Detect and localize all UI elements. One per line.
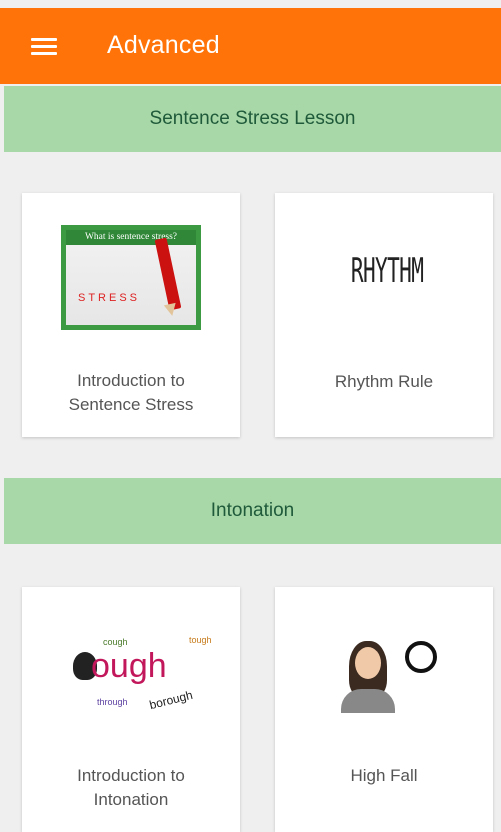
card-label: Rhythm Rule	[334, 372, 434, 391]
card-introduction-to-sentence-stress[interactable]: What is sentence stress? STRESS Introduc…	[22, 193, 240, 437]
card-introduction-to-intonation[interactable]: ough cough tough through borough Introdu…	[22, 587, 240, 832]
section-title: Sentence Stress Lesson	[149, 108, 356, 129]
card-label-line1: Introduction to	[77, 371, 185, 390]
card-label-line2: Intonation	[93, 790, 169, 809]
body-shape	[341, 689, 395, 713]
top-app-bar: Advanced	[0, 8, 501, 84]
card-label-line1: Introduction to	[77, 766, 185, 785]
page-title: Advanced	[107, 31, 220, 59]
ough-thumbnail: ough cough tough through borough	[47, 619, 217, 714]
face-icon	[355, 647, 381, 679]
high-fall-thumbnail	[333, 627, 443, 722]
circle-icon	[405, 641, 437, 673]
section-header-intonation: Intonation	[4, 478, 501, 544]
rhythm-thumbnail: RHYTHM	[350, 251, 424, 291]
pencil-icon	[154, 237, 182, 311]
thumbnail-small-word: borough	[147, 687, 195, 713]
hamburger-menu-icon[interactable]	[31, 38, 57, 56]
card-rhythm-rule[interactable]: RHYTHM Rhythm Rule	[275, 193, 493, 437]
section-header-sentence-stress: Sentence Stress Lesson	[4, 86, 501, 152]
app-screen: Advanced Sentence Stress Lesson What is …	[0, 0, 501, 832]
thumbnail-small-word: through	[97, 697, 128, 707]
thumbnail-small-word: tough	[189, 635, 212, 645]
sentence-stress-thumbnail: What is sentence stress? STRESS	[61, 225, 201, 330]
pencil-tip	[163, 302, 179, 318]
card-label-line2: Sentence Stress	[68, 395, 194, 414]
section-title: Intonation	[210, 500, 295, 521]
thumbnail-word: ough	[91, 647, 167, 685]
card-label: High Fall	[350, 766, 418, 785]
thumbnail-small-word: cough	[103, 637, 128, 647]
thumbnail-word: STRESS	[78, 292, 141, 304]
thumbnail-caption: What is sentence stress?	[66, 230, 196, 245]
card-high-fall[interactable]: High Fall	[275, 587, 493, 832]
